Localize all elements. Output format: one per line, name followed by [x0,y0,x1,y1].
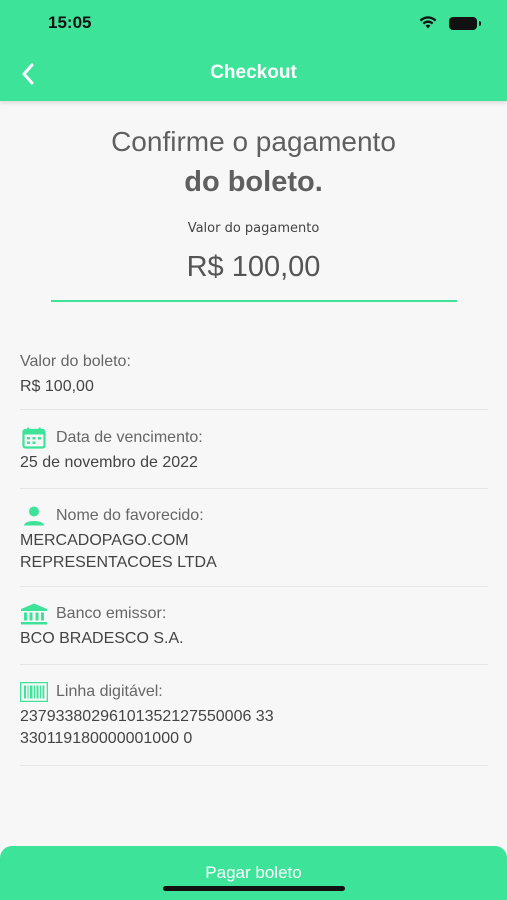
page-title: Checkout [210,62,297,83]
detail-label: Data de vencimento: [56,429,203,446]
amount-label: Valor do pagamento [187,221,320,236]
confirm-headline: Confirme o pagamento [111,126,396,157]
detail-value: 25 de novembro de 2022 [20,454,198,471]
home-indicator [163,886,345,891]
detail-favorecido: Nome do favorecido: MERCADOPAGO.COM REPR… [20,504,488,587]
detail-label: Valor do boleto: [20,353,131,370]
header: 15:05 Checkout [0,0,507,101]
nav-bar: Checkout [0,48,507,100]
detail-label: Nome do favorecido: [56,507,204,524]
battery-icon [449,17,481,30]
amount-value: R$ 100,00 [186,251,321,283]
pay-button[interactable]: Pagar boleto [0,846,507,900]
status-bar: 15:05 [0,0,507,44]
status-icons [419,14,481,33]
detail-linha: Linha digitável: 23793380296101352127550… [20,680,488,766]
detail-value-line2: REPRESENTACOES LTDA [20,554,217,571]
confirm-headline-bold: do boleto. [184,166,323,198]
wifi-icon [419,14,437,33]
detail-value-line1: 23793380296101352127550006 33 [20,708,274,725]
status-time: 15:05 [48,13,92,32]
detail-label: Banco emissor: [56,605,167,622]
detail-value: R$ 100,00 [20,378,94,395]
calendar-icon [20,426,48,450]
detail-vencimento: Data de vencimento: 25 de novembro de 20… [20,426,488,489]
detail-label: Linha digitável: [56,683,163,700]
detail-value: BCO BRADESCO S.A. [20,630,184,647]
bank-icon [20,602,48,626]
barcode-icon [20,680,48,704]
detail-banco: Banco emissor: BCO BRADESCO S.A. [20,602,488,665]
detail-value-line2: 330119180000001000 0 [20,730,193,747]
amount-underline [51,300,457,302]
person-icon [20,504,48,528]
detail-value-line1: MERCADOPAGO.COM [20,532,189,549]
detail-valor: Valor do boleto: R$ 100,00 [20,350,488,410]
